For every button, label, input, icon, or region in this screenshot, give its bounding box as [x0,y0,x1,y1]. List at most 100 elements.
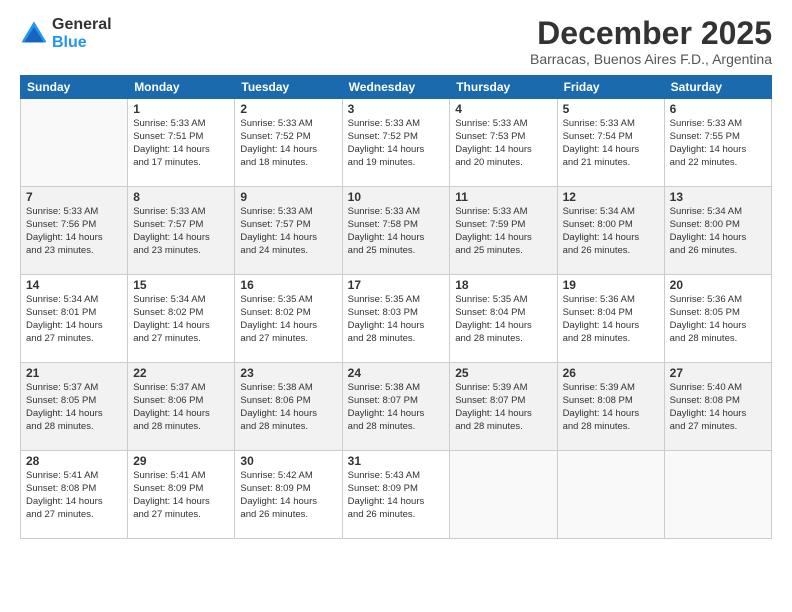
day-number: 13 [670,190,766,204]
day-number: 23 [240,366,336,380]
title-block: December 2025 Barracas, Buenos Aires F.D… [530,16,772,67]
calendar-week-row: 28Sunrise: 5:41 AMSunset: 8:08 PMDayligh… [21,451,772,539]
day-number: 4 [455,102,551,116]
day-number: 6 [670,102,766,116]
day-number: 9 [240,190,336,204]
day-info: Sunrise: 5:33 AMSunset: 7:57 PMDaylight:… [133,206,229,257]
day-number: 25 [455,366,551,380]
calendar-cell: 24Sunrise: 5:38 AMSunset: 8:07 PMDayligh… [342,363,450,451]
day-number: 27 [670,366,766,380]
calendar-cell: 2 Sunrise: 5:33 AMSunset: 7:52 PMDaylight… [235,99,342,187]
header-wednesday: Wednesday [342,76,450,99]
day-number: 16 [240,278,336,292]
day-number: 29 [133,454,229,468]
day-number: 3 [348,102,445,116]
calendar-cell: 12Sunrise: 5:34 AMSunset: 8:00 PMDayligh… [557,187,664,275]
day-number: 10 [348,190,445,204]
calendar-cell: 15 Sunrise: 5:34 AMSunset: 8:02 PMDayligh… [128,275,235,363]
day-info: Sunrise: 5:33 AMSunset: 7:52 PMDaylight:… [348,118,445,169]
day-info: Sunrise: 5:37 AMSunset: 8:05 PMDaylight:… [26,382,122,433]
day-number: 14 [26,278,122,292]
calendar-cell: 16 Sunrise: 5:35 AMSunset: 8:02 PMDayligh… [235,275,342,363]
header-monday: Monday [128,76,235,99]
calendar-cell: 26 Sunrise: 5:39 AMSunset: 8:08 PMDayligh… [557,363,664,451]
day-info: Sunrise: 5:34 AMSunset: 8:02 PMDaylight:… [133,294,229,345]
day-number: 15 [133,278,229,292]
calendar-cell: 20 Sunrise: 5:36 AMSunset: 8:05 PMDayligh… [664,275,771,363]
day-info: Sunrise: 5:39 AMSunset: 8:08 PMDaylight:… [563,382,659,433]
calendar-cell: 17Sunrise: 5:35 AMSunset: 8:03 PMDayligh… [342,275,450,363]
calendar-cell: 10 Sunrise: 5:33 AMSunset: 7:58 PMDayligh… [342,187,450,275]
calendar-week-row: 21Sunrise: 5:37 AMSunset: 8:05 PMDayligh… [21,363,772,451]
day-info: Sunrise: 5:39 AMSunset: 8:07 PMDaylight:… [455,382,551,433]
calendar-cell: 9 Sunrise: 5:33 AMSunset: 7:57 PMDaylight… [235,187,342,275]
calendar-week-row: 7 Sunrise: 5:33 AMSunset: 7:56 PMDaylight… [21,187,772,275]
day-info: Sunrise: 5:33 AMSunset: 7:57 PMDaylight:… [240,206,336,257]
day-info: Sunrise: 5:35 AMSunset: 8:02 PMDaylight:… [240,294,336,345]
calendar-cell: 31Sunrise: 5:43 AMSunset: 8:09 PMDayligh… [342,451,450,539]
calendar-week-row: 1 Sunrise: 5:33 AMSunset: 7:51 PMDaylight… [21,99,772,187]
page-header: General Blue December 2025 Barracas, Bue… [20,16,772,67]
day-number: 28 [26,454,122,468]
day-number: 2 [240,102,336,116]
calendar-cell: 4 Sunrise: 5:33 AMSunset: 7:53 PMDaylight… [450,99,557,187]
day-info: Sunrise: 5:33 AMSunset: 7:52 PMDaylight:… [240,118,336,169]
calendar: Sunday Monday Tuesday Wednesday Thursday… [20,75,772,539]
day-number: 8 [133,190,229,204]
day-number: 17 [348,278,445,292]
day-number: 20 [670,278,766,292]
calendar-cell: 7 Sunrise: 5:33 AMSunset: 7:56 PMDaylight… [21,187,128,275]
day-info: Sunrise: 5:33 AMSunset: 7:59 PMDaylight:… [455,206,551,257]
calendar-cell [21,99,128,187]
calendar-cell [664,451,771,539]
day-info: Sunrise: 5:38 AMSunset: 8:06 PMDaylight:… [240,382,336,433]
day-info: Sunrise: 5:33 AMSunset: 7:56 PMDaylight:… [26,206,122,257]
day-number: 7 [26,190,122,204]
day-info: Sunrise: 5:33 AMSunset: 7:53 PMDaylight:… [455,118,551,169]
calendar-cell: 14Sunrise: 5:34 AMSunset: 8:01 PMDayligh… [21,275,128,363]
day-info: Sunrise: 5:40 AMSunset: 8:08 PMDaylight:… [670,382,766,433]
day-number: 31 [348,454,445,468]
calendar-cell [557,451,664,539]
day-info: Sunrise: 5:42 AMSunset: 8:09 PMDaylight:… [240,470,336,521]
day-number: 12 [563,190,659,204]
day-info: Sunrise: 5:34 AMSunset: 8:00 PMDaylight:… [670,206,766,257]
logo-text: General Blue [52,16,112,51]
calendar-cell: 13 Sunrise: 5:34 AMSunset: 8:00 PMDayligh… [664,187,771,275]
header-saturday: Saturday [664,76,771,99]
day-info: Sunrise: 5:37 AMSunset: 8:06 PMDaylight:… [133,382,229,433]
calendar-cell: 18 Sunrise: 5:35 AMSunset: 8:04 PMDayligh… [450,275,557,363]
day-number: 26 [563,366,659,380]
calendar-cell: 19Sunrise: 5:36 AMSunset: 8:04 PMDayligh… [557,275,664,363]
calendar-cell: 3 Sunrise: 5:33 AMSunset: 7:52 PMDaylight… [342,99,450,187]
day-info: Sunrise: 5:33 AMSunset: 7:55 PMDaylight:… [670,118,766,169]
day-info: Sunrise: 5:41 AMSunset: 8:09 PMDaylight:… [133,470,229,521]
day-number: 18 [455,278,551,292]
calendar-cell: 22 Sunrise: 5:37 AMSunset: 8:06 PMDayligh… [128,363,235,451]
calendar-header-row: Sunday Monday Tuesday Wednesday Thursday… [21,76,772,99]
calendar-cell: 28Sunrise: 5:41 AMSunset: 8:08 PMDayligh… [21,451,128,539]
calendar-week-row: 14Sunrise: 5:34 AMSunset: 8:01 PMDayligh… [21,275,772,363]
day-number: 5 [563,102,659,116]
calendar-cell: 29 Sunrise: 5:41 AMSunset: 8:09 PMDayligh… [128,451,235,539]
calendar-cell: 23 Sunrise: 5:38 AMSunset: 8:06 PMDayligh… [235,363,342,451]
day-number: 22 [133,366,229,380]
day-info: Sunrise: 5:36 AMSunset: 8:05 PMDaylight:… [670,294,766,345]
calendar-cell [450,451,557,539]
day-info: Sunrise: 5:35 AMSunset: 8:04 PMDaylight:… [455,294,551,345]
day-number: 30 [240,454,336,468]
logo: General Blue [20,16,112,51]
day-info: Sunrise: 5:33 AMSunset: 7:58 PMDaylight:… [348,206,445,257]
calendar-cell: 5 Sunrise: 5:33 AMSunset: 7:54 PMDaylight… [557,99,664,187]
calendar-cell: 1 Sunrise: 5:33 AMSunset: 7:51 PMDaylight… [128,99,235,187]
calendar-cell: 30 Sunrise: 5:42 AMSunset: 8:09 PMDayligh… [235,451,342,539]
day-number: 1 [133,102,229,116]
calendar-cell: 25 Sunrise: 5:39 AMSunset: 8:07 PMDayligh… [450,363,557,451]
location: Barracas, Buenos Aires F.D., Argentina [530,51,772,67]
day-info: Sunrise: 5:33 AMSunset: 7:54 PMDaylight:… [563,118,659,169]
header-sunday: Sunday [21,76,128,99]
day-number: 19 [563,278,659,292]
header-thursday: Thursday [450,76,557,99]
day-info: Sunrise: 5:33 AMSunset: 7:51 PMDaylight:… [133,118,229,169]
month-year: December 2025 [530,16,772,51]
